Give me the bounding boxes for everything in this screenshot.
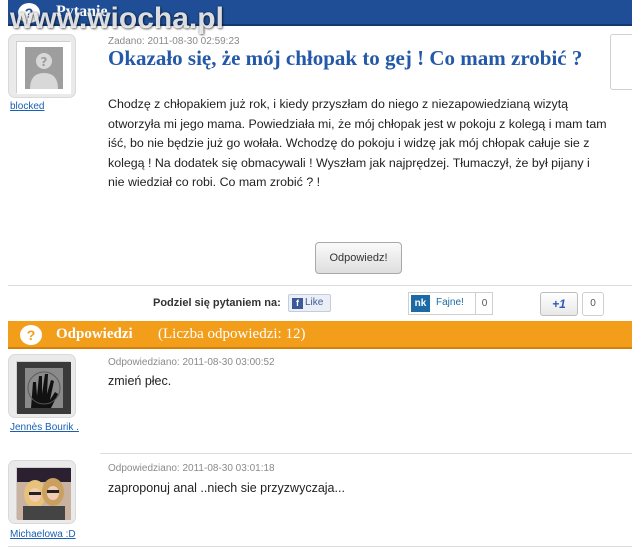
answers-header-title: Odpowiedzi: [56, 326, 133, 342]
answers-bubble-icon: ?: [20, 325, 42, 345]
question-author-avatar[interactable]: ?: [8, 34, 76, 98]
answer-text: zaproponuj anal ..niech sie przyzwyczaja…: [108, 481, 345, 495]
side-widget: [610, 34, 632, 90]
question-body: Chodzę z chłopakiem już rok, i kiedy prz…: [108, 97, 607, 189]
reply-button[interactable]: Odpowiedz!: [315, 242, 402, 274]
nk-fajne-button[interactable]: nk Fajne! 0: [408, 292, 493, 315]
question-title[interactable]: Okazało się, że mój chłopak to gej ! Co …: [108, 47, 598, 70]
divider: [8, 285, 632, 286]
facebook-like-label: Like: [305, 297, 324, 308]
facebook-like-button[interactable]: f Like: [288, 294, 331, 312]
nk-logo-icon: nk: [411, 295, 430, 312]
answer-timestamp: Odpowiedziano: 2011-08-30 03:00:52: [108, 357, 275, 368]
facebook-icon: f: [292, 298, 303, 309]
nk-count: 0: [475, 293, 493, 314]
answers-count: (Liczba odpowiedzi: 12): [158, 326, 306, 342]
answer-author-avatar[interactable]: [8, 460, 76, 524]
avatar-photo-hands-icon: [17, 362, 71, 414]
divider: [8, 546, 632, 547]
answer-author-link[interactable]: Jennès Bourik .: [10, 422, 79, 433]
default-user-icon: ?: [17, 42, 71, 94]
question-author-link[interactable]: blocked: [10, 101, 44, 112]
answer-author-avatar[interactable]: [8, 354, 76, 418]
answer-timestamp: Odpowiedziano: 2011-08-30 03:01:18: [108, 463, 275, 474]
avatar-photo-girls-icon: [17, 468, 71, 520]
google-plus-one-button[interactable]: +1: [540, 292, 578, 316]
answers-header: ? Odpowiedzi (Liczba odpowiedzi: 12): [8, 321, 632, 349]
google-plus-count: 0: [582, 292, 604, 316]
answer-text: zmień płec.: [108, 374, 172, 388]
watermark: www.wiocha.pl: [10, 2, 224, 35]
divider: [100, 453, 632, 454]
svg-text:?: ?: [41, 55, 48, 69]
answer-author-link[interactable]: Michaelowa :D: [10, 529, 76, 540]
share-label: Podziel się pytaniem na:: [153, 297, 281, 309]
nk-fajne-label: Fajne!: [436, 297, 464, 308]
